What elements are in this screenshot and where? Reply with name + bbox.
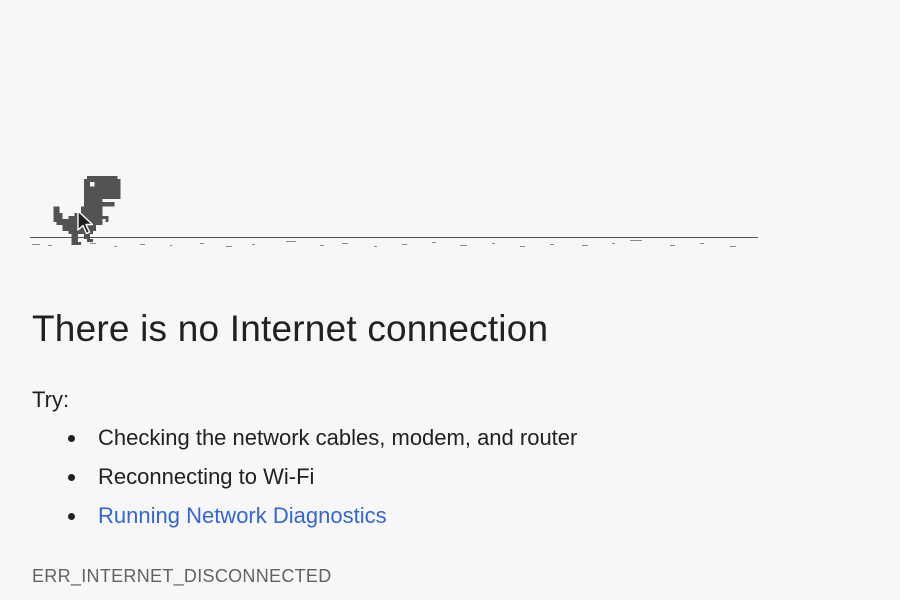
suggestion-check-cables: Checking the network cables, modem, and … — [32, 424, 852, 463]
suggestion-list: Checking the network cables, modem, and … — [32, 424, 852, 541]
bullet-icon — [68, 435, 75, 442]
bullet-icon — [68, 474, 75, 481]
suggestion-reconnect-wifi: Reconnecting to Wi-Fi — [32, 463, 852, 502]
bullet-icon — [68, 513, 75, 520]
mouse-cursor-icon — [77, 210, 94, 235]
suggestion-text: Reconnecting to Wi-Fi — [98, 464, 315, 489]
suggestions-section: Try: Checking the network cables, modem,… — [32, 386, 852, 541]
network-diagnostics-link[interactable]: Running Network Diagnostics — [98, 503, 387, 528]
suggestion-text: Checking the network cables, modem, and … — [98, 425, 578, 450]
suggestion-network-diagnostics: Running Network Diagnostics — [32, 502, 852, 541]
try-label: Try: — [32, 387, 70, 412]
page-title: There is no Internet connection — [32, 308, 549, 349]
error-code: ERR_INTERNET_DISCONNECTED — [32, 566, 332, 586]
ground-line — [30, 237, 758, 247]
